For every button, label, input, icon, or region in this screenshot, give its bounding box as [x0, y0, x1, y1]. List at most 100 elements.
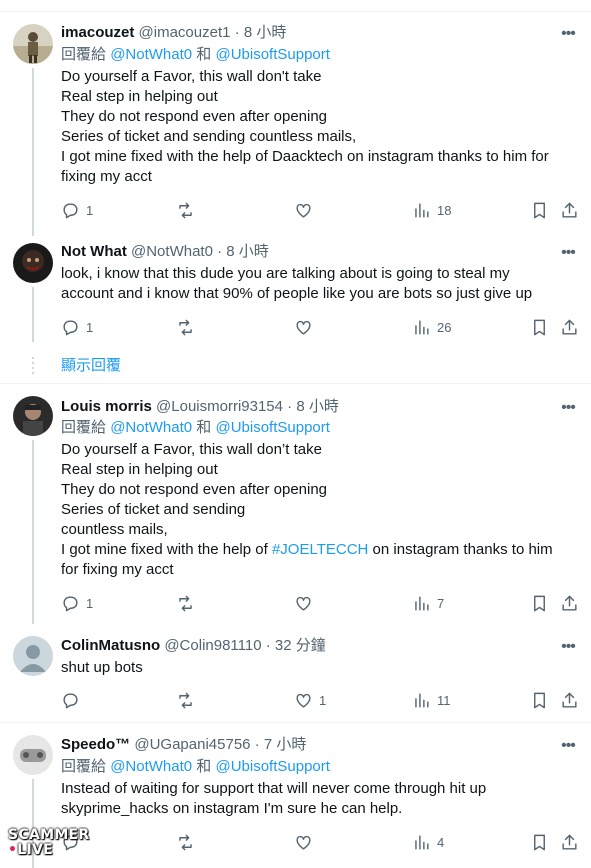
tweet-header: Not What @NotWhat0 · 8 小時: [61, 242, 269, 262]
reply-to-and: 和: [196, 758, 212, 775]
show-replies-link[interactable]: 顯示回覆: [61, 356, 121, 376]
views-bar-chart-icon: [415, 202, 429, 218]
mention-link[interactable]: @UbisoftSupport: [215, 758, 329, 775]
views-button[interactable]: 7: [412, 593, 444, 613]
user-handle[interactable]: @NotWhat0: [131, 243, 213, 260]
display-name[interactable]: Not What: [61, 243, 127, 260]
mention-link[interactable]: @UbisoftSupport: [215, 46, 329, 63]
bookmark-button[interactable]: [530, 200, 549, 220]
retweet-button[interactable]: [176, 690, 195, 710]
avatar[interactable]: [13, 243, 53, 283]
like-button[interactable]: [294, 593, 313, 613]
more-options-icon[interactable]: •••: [557, 400, 579, 420]
retweet-icon: [179, 692, 192, 708]
hashtag-link[interactable]: #JOELTECCH: [272, 541, 368, 558]
display-name[interactable]: ColinMatusno: [61, 637, 160, 654]
mention-link[interactable]: @UbisoftSupport: [215, 419, 329, 436]
more-options-icon[interactable]: •••: [557, 245, 579, 265]
more-options-icon[interactable]: •••: [557, 26, 579, 46]
like-button[interactable]: [294, 317, 313, 337]
bookmark-button[interactable]: [530, 593, 549, 613]
timestamp[interactable]: 8 小時: [296, 398, 339, 415]
reply-button[interactable]: [61, 690, 80, 710]
retweet-button[interactable]: [176, 593, 195, 613]
share-icon: [562, 202, 577, 218]
retweet-button[interactable]: [176, 200, 195, 220]
views-bar-chart-icon: [415, 595, 429, 611]
views-button[interactable]: 11: [412, 690, 451, 710]
mention-link[interactable]: @NotWhat0: [110, 419, 192, 436]
thread-line: [32, 68, 34, 236]
text-line: They do not respond even after opening: [61, 481, 328, 498]
action-bar: 1 26: [61, 317, 581, 337]
timestamp[interactable]: 7 小時: [264, 736, 307, 753]
separator-dot: ·: [287, 398, 293, 415]
share-button[interactable]: [560, 317, 579, 337]
bookmark-button[interactable]: [530, 317, 549, 337]
view-count: 4: [437, 834, 445, 850]
avatar[interactable]: [13, 636, 53, 676]
more-options-icon[interactable]: •••: [557, 639, 579, 659]
share-button[interactable]: [560, 832, 579, 852]
like-button[interactable]: [294, 832, 313, 852]
reply-button[interactable]: 1: [61, 317, 93, 337]
views-button[interactable]: 4: [412, 832, 444, 852]
tweet-imacouzet[interactable]: imacouzet @imacouzet1 · 8 小時 ••• 回覆給 @No…: [0, 0, 591, 236]
separator-dot: ·: [265, 637, 271, 654]
tweet-header: ColinMatusno @Colin981110 · 32 分鐘: [61, 636, 326, 656]
timestamp[interactable]: 8 小時: [244, 24, 287, 41]
thread-line: [32, 287, 34, 342]
reply-count: 1: [86, 595, 94, 611]
avatar[interactable]: [13, 24, 53, 64]
timestamp[interactable]: 32 分鐘: [275, 637, 326, 654]
reply-icon: [63, 202, 78, 218]
like-button[interactable]: 1: [294, 690, 326, 710]
reply-button[interactable]: 1: [61, 200, 93, 220]
heart-icon: [296, 320, 311, 335]
bookmark-icon: [534, 692, 545, 708]
share-icon: [562, 595, 577, 611]
views-button[interactable]: 18: [412, 200, 451, 220]
watermark-line2: •LIVE: [8, 843, 98, 858]
tweet-text: Instead of waiting for support that will…: [61, 779, 581, 819]
watermark-line1: SCAMMER: [8, 827, 90, 843]
retweet-icon: [179, 202, 192, 218]
views-button[interactable]: 26: [412, 317, 451, 337]
text-segment: I got mine fixed with the help of: [61, 541, 272, 558]
bookmark-button[interactable]: [530, 832, 549, 852]
user-handle[interactable]: @UGapani45756: [134, 736, 250, 753]
tweet-text: look, i know that this dude you are talk…: [61, 264, 581, 304]
display-name[interactable]: Speedo™: [61, 736, 130, 753]
tweet-colin-matusno[interactable]: ColinMatusno @Colin981110 · 32 分鐘 ••• sh…: [0, 624, 591, 722]
bookmark-button[interactable]: [530, 690, 549, 710]
retweet-button[interactable]: [176, 832, 195, 852]
action-bar: 1 18: [61, 200, 581, 220]
heart-icon: [296, 596, 311, 611]
avatar[interactable]: [13, 396, 53, 436]
user-handle[interactable]: @Colin981110: [164, 637, 261, 654]
text-line: skyprime_hacks on instagram I'm sure he …: [61, 800, 403, 817]
action-bar: 4: [61, 832, 581, 852]
thread-line: [32, 440, 34, 624]
tweet-louis-morris[interactable]: Louis morris @Louismorri93154 · 8 小時 •••…: [0, 384, 591, 624]
share-button[interactable]: [560, 690, 579, 710]
share-button[interactable]: [560, 200, 579, 220]
reply-button[interactable]: 1: [61, 593, 93, 613]
user-handle[interactable]: @imacouzet1: [139, 24, 231, 41]
text-line: Series of ticket and sending: [61, 501, 246, 518]
reply-icon: [63, 692, 78, 708]
mention-link[interactable]: @NotWhat0: [110, 758, 192, 775]
timestamp[interactable]: 8 小時: [226, 243, 269, 260]
view-count: 26: [437, 319, 452, 335]
like-button[interactable]: [294, 200, 313, 220]
mention-link[interactable]: @NotWhat0: [110, 46, 192, 63]
more-options-icon[interactable]: •••: [557, 738, 579, 758]
tweet-not-what[interactable]: Not What @NotWhat0 · 8 小時 ••• look, i kn…: [0, 236, 591, 346]
display-name[interactable]: Louis morris: [61, 398, 152, 415]
separator-dot: ·: [234, 24, 240, 41]
user-handle[interactable]: @Louismorri93154: [156, 398, 283, 415]
share-button[interactable]: [560, 593, 579, 613]
display-name[interactable]: imacouzet: [61, 24, 134, 41]
retweet-button[interactable]: [176, 317, 195, 337]
avatar[interactable]: [13, 735, 53, 775]
